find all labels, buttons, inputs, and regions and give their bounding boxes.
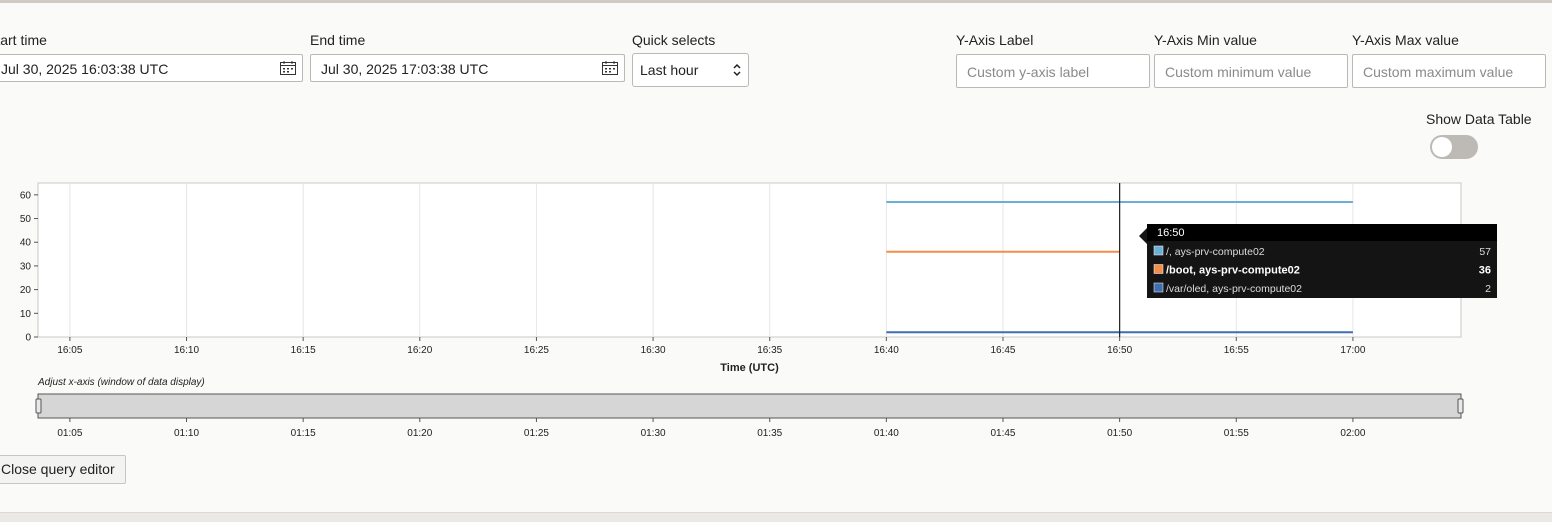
brush-tick-label: 01:40 bbox=[874, 428, 899, 439]
brush-tick-label: 01:05 bbox=[57, 428, 82, 439]
x-tick-label: 16:35 bbox=[757, 345, 782, 356]
line-chart: 0 10 20 30 40 50 60 16:05 16:10 16:15 16:20 16:25 1… bbox=[20, 182, 1497, 439]
close-query-editor-button[interactable]: Close query editor bbox=[0, 455, 126, 484]
x-tick-label: 16:20 bbox=[407, 345, 432, 356]
tooltip-series-name: /var/oled, ays-prv-compute02 bbox=[1166, 283, 1302, 295]
tooltip-swatch bbox=[1153, 264, 1164, 274]
chart-tooltip: 16:50 /, ays-prv-compute02 57/boot, ays-p… bbox=[1139, 224, 1497, 298]
y-tick-label: 60 bbox=[20, 190, 32, 201]
tooltip-series-name: /boot, ays-prv-compute02 bbox=[1166, 265, 1300, 277]
y-tick-label: 20 bbox=[20, 285, 32, 296]
brush-tick-label: 01:55 bbox=[1224, 428, 1249, 439]
tooltip-swatch bbox=[1153, 282, 1164, 293]
x-axis-title: Time (UTC) bbox=[720, 362, 779, 374]
brush-tick-label: 01:45 bbox=[990, 428, 1015, 439]
y-tick-label: 0 bbox=[25, 333, 31, 344]
x-tick-label: 16:45 bbox=[990, 345, 1015, 356]
x-tick-label: 16:50 bbox=[1107, 345, 1132, 356]
y-tick-label: 50 bbox=[20, 214, 32, 225]
y-tick-label: 30 bbox=[20, 261, 32, 272]
tooltip-series-value: 57 bbox=[1479, 246, 1491, 258]
tooltip-series-value: 36 bbox=[1479, 265, 1491, 277]
brush-tick-label: 01:10 bbox=[174, 428, 199, 439]
brush-caption: Adjust x-axis (window of data display) bbox=[37, 377, 205, 388]
y-tick-label: 40 bbox=[20, 238, 32, 249]
brush-left-handle[interactable] bbox=[35, 398, 42, 414]
brush-right-handle[interactable] bbox=[1457, 398, 1464, 414]
brush-window[interactable] bbox=[37, 393, 1462, 419]
x-tick-label: 17:00 bbox=[1340, 345, 1365, 356]
brush-tick-label: 01:35 bbox=[757, 428, 782, 439]
x-tick-label: 16:40 bbox=[874, 345, 899, 356]
tooltip-series-name: /, ays-prv-compute02 bbox=[1166, 246, 1265, 258]
brush-tick-label: 01:30 bbox=[641, 428, 666, 439]
brush-tick-label: 01:25 bbox=[524, 428, 549, 439]
x-tick-label: 16:15 bbox=[291, 345, 316, 356]
x-tick-label: 16:55 bbox=[1224, 345, 1249, 356]
x-tick-label: 16:25 bbox=[524, 345, 549, 356]
tooltip-time: 16:50 bbox=[1157, 227, 1185, 239]
x-tick-label: 16:10 bbox=[174, 345, 199, 356]
x-tick-label: 16:05 bbox=[57, 345, 82, 356]
brush-tick-label: 01:20 bbox=[407, 428, 432, 439]
brush-tick-label: 01:50 bbox=[1107, 428, 1132, 439]
tooltip-series-value: 2 bbox=[1485, 283, 1491, 295]
brush-tick-label: 01:15 bbox=[291, 428, 316, 439]
y-tick-label: 10 bbox=[20, 309, 32, 320]
x-tick-label: 16:30 bbox=[641, 345, 666, 356]
brush-tick-label: 02:00 bbox=[1340, 428, 1365, 439]
tooltip-swatch bbox=[1153, 245, 1164, 256]
